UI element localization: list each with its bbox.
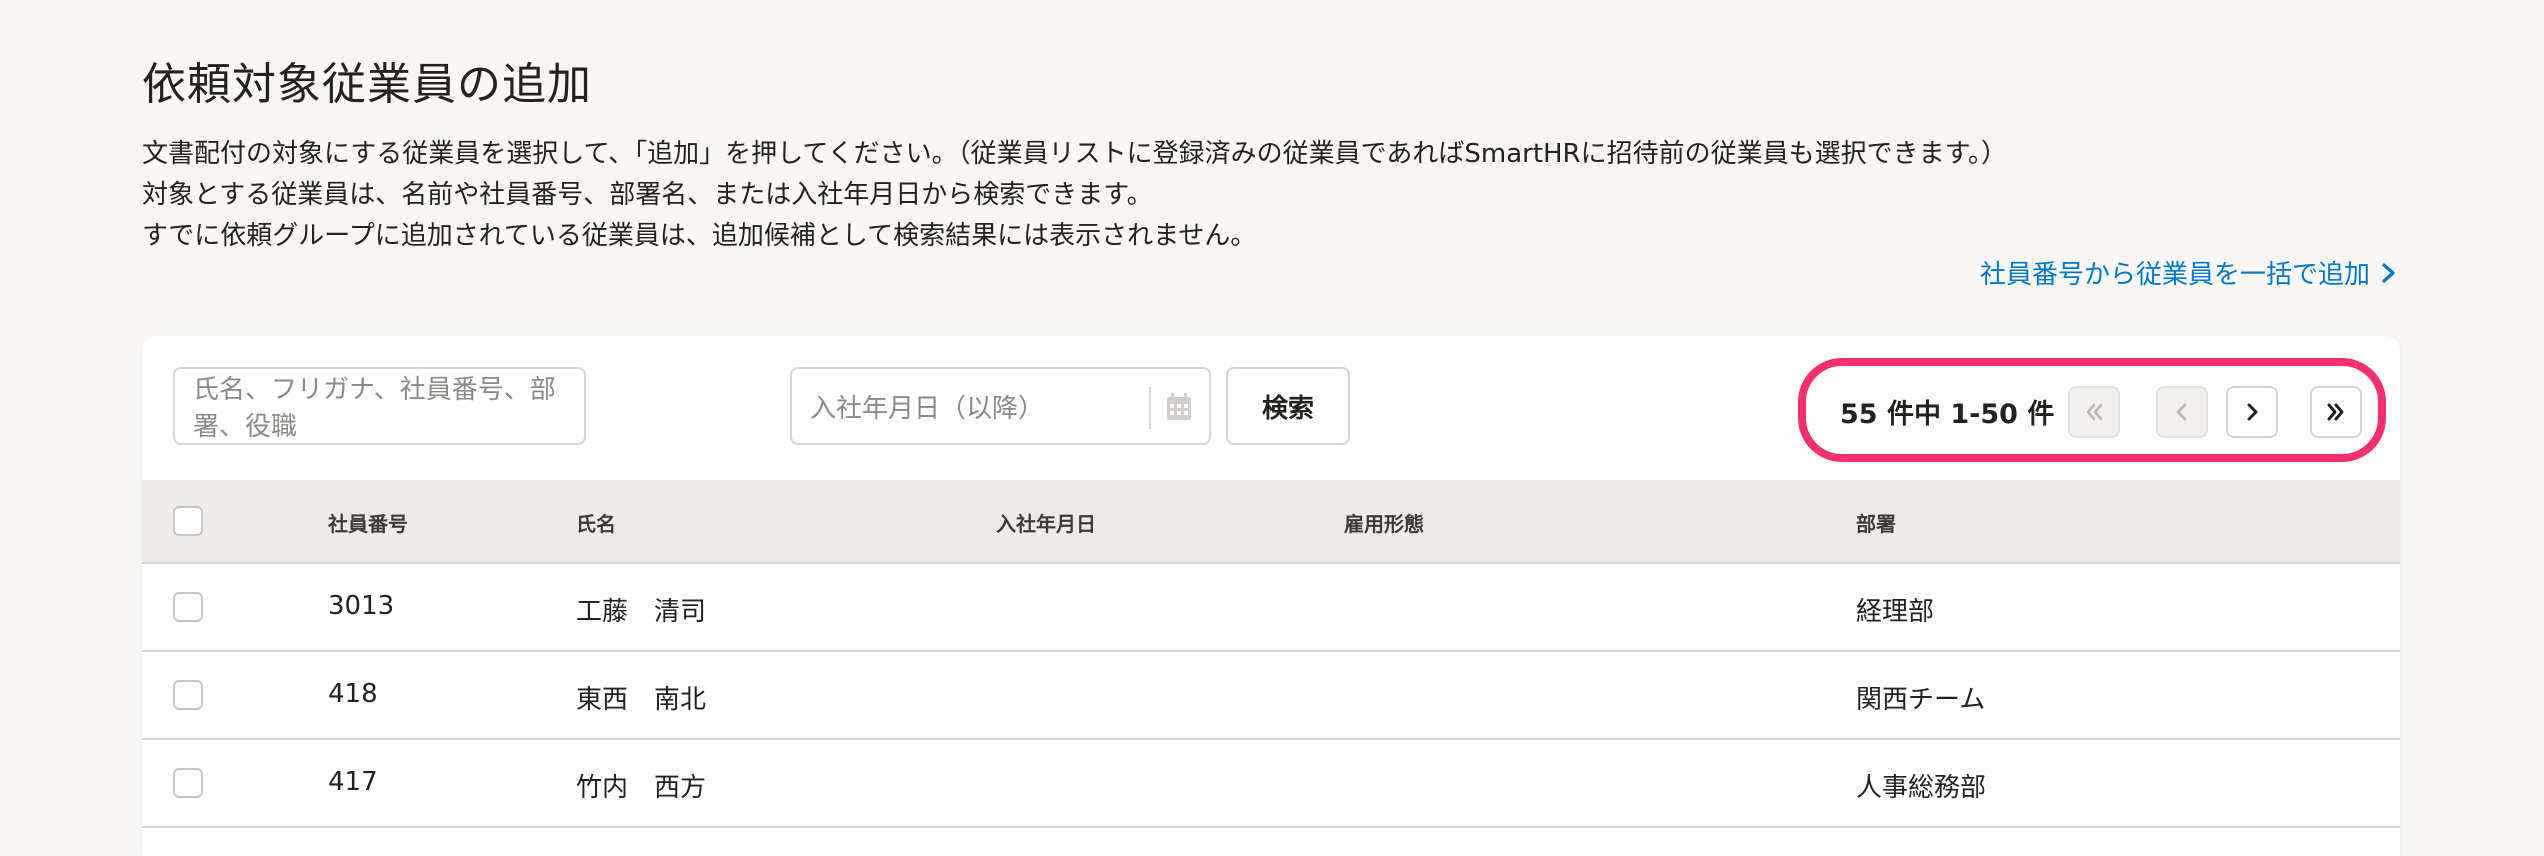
search-input[interactable]: 氏名、フリガナ、社員番号、部署、役職 (173, 367, 586, 445)
pagination-count: 55 件中 1-50 件 (1840, 399, 2055, 430)
table-row[interactable]: 417 竹内 西方 人事総務部 (142, 740, 2400, 828)
table-row[interactable]: 3013 工藤 清司 経理部 (142, 564, 2400, 652)
bulk-add-link-label: 社員番号から従業員を一括で追加 (1979, 260, 2370, 290)
calendar-icon[interactable] (1165, 392, 1193, 422)
column-header-join-date[interactable]: 入社年月日 (996, 508, 1096, 537)
search-button[interactable]: 検索 (1226, 367, 1350, 445)
column-header-employment-type[interactable]: 雇用形態 (1344, 508, 1424, 537)
row-checkbox[interactable] (173, 768, 203, 798)
cell-department: 人事総務部 (1856, 773, 1987, 803)
select-all-checkbox[interactable] (173, 506, 203, 536)
divider (1149, 387, 1151, 429)
join-date-placeholder: 入社年月日（以降） (810, 393, 1045, 424)
join-date-input[interactable]: 入社年月日（以降） (790, 367, 1211, 445)
chevron-left-icon (2176, 403, 2187, 421)
row-checkbox[interactable] (173, 592, 203, 622)
cell-department: 経理部 (1856, 597, 1935, 627)
cell-name: 東西 南北 (576, 685, 707, 715)
bulk-add-link[interactable]: 社員番号から従業員を一括で追加 (1980, 254, 2398, 291)
description-line: すでに依頼グループに追加されている従業員は、追加候補として検索結果には表示されま… (142, 221, 1257, 251)
first-page-button[interactable] (2068, 386, 2120, 438)
description-line: 文書配付の対象にする従業員を選択して、「追加」を押してください。（従業員リストに… (142, 139, 2008, 169)
table-row[interactable]: 418 東西 南北 関西チーム (142, 652, 2400, 740)
cell-employee-number: 417 (328, 767, 378, 797)
row-checkbox[interactable] (173, 680, 203, 710)
column-header-department[interactable]: 部署 (1856, 508, 1896, 537)
cell-name: 工藤 清司 (576, 597, 707, 627)
cell-employee-number: 418 (328, 679, 378, 709)
chevron-right-icon (2382, 262, 2395, 283)
page-description: 文書配付の対象にする従業員を選択して、「追加」を押してください。（従業員リストに… (142, 134, 2007, 257)
chevron-right-icon (2247, 403, 2258, 421)
employee-search-card: 氏名、フリガナ、社員番号、部署、役職 入社年月日（以降） 検索 55 件中 1-… (142, 336, 2400, 856)
description-line: 対象とする従業員は、名前や社員番号、部署名、または入社年月日から検索できます。 (142, 180, 1153, 210)
search-toolbar: 氏名、フリガナ、社員番号、部署、役職 入社年月日（以降） 検索 55 件中 1-… (142, 336, 2400, 480)
previous-page-button[interactable] (2156, 386, 2208, 438)
cell-department: 関西チーム (1856, 685, 1986, 715)
cell-name: 竹内 西方 (576, 773, 707, 803)
search-input-placeholder: 氏名、フリガナ、社員番号、部署、役職 (193, 375, 556, 442)
table-header: 社員番号 氏名 入社年月日 雇用形態 部署 (142, 480, 2400, 564)
double-chevron-right-icon (2327, 403, 2344, 421)
column-header-name[interactable]: 氏名 (576, 508, 616, 537)
cell-employee-number: 3013 (328, 591, 395, 621)
pagination: 55 件中 1-50 件 (1798, 358, 2386, 462)
next-page-button[interactable] (2226, 386, 2278, 438)
last-page-button[interactable] (2310, 386, 2362, 438)
page-title: 依頼対象従業員の追加 (142, 59, 592, 110)
column-header-employee-number[interactable]: 社員番号 (328, 508, 408, 537)
double-chevron-left-icon (2086, 403, 2103, 421)
